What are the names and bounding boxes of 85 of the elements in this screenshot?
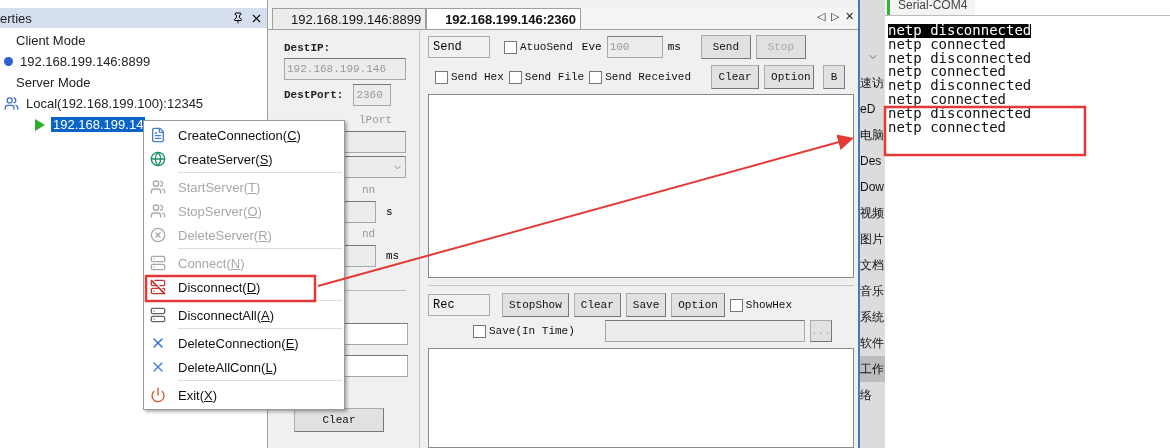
file-path-field[interactable] bbox=[604, 320, 805, 342]
unit-label: ms bbox=[386, 250, 400, 262]
local-port-field[interactable] bbox=[342, 131, 406, 153]
sidebar-item[interactable]: 视频 bbox=[860, 200, 885, 226]
panel-title: erties bbox=[0, 10, 32, 26]
more-button[interactable]: B bbox=[823, 65, 846, 89]
terminal-line: netp disconnected bbox=[888, 51, 1032, 66]
local-port-label: lPort bbox=[359, 114, 392, 126]
receive-text-area[interactable] bbox=[428, 348, 854, 448]
clear-button[interactable]: Clear bbox=[711, 65, 760, 89]
menu-item[interactable]: Disconnect(D) bbox=[146, 275, 342, 299]
tree-group-label: Client Mode bbox=[15, 33, 87, 48]
sidebar-item[interactable]: 工作 bbox=[860, 356, 885, 382]
terminal-line: netp disconnected bbox=[888, 106, 1032, 121]
tab[interactable]: 192.168.199.146:2360 bbox=[426, 8, 581, 29]
interval-label: nd bbox=[362, 228, 376, 240]
menu-item[interactable]: CreateConnection(C) bbox=[146, 123, 342, 147]
menu-item-icon bbox=[150, 307, 166, 323]
show-hex-checkbox[interactable]: ShowHex bbox=[729, 298, 793, 312]
send-group-label: Send bbox=[428, 36, 490, 58]
save-in-time-checkbox[interactable]: Save(In Time) bbox=[473, 324, 575, 338]
unit-label: ms bbox=[667, 41, 681, 53]
menu-item-icon bbox=[150, 151, 166, 167]
every-label: Eve bbox=[581, 41, 602, 53]
tree-item[interactable]: 192.168.199.146:8899 bbox=[18, 54, 153, 69]
tab-nav-button[interactable]: ✕ bbox=[845, 10, 854, 23]
sidebar-item[interactable]: 系统 bbox=[860, 304, 885, 330]
menu-item-icon bbox=[150, 127, 166, 143]
sidebar-item[interactable]: Des bbox=[860, 148, 885, 174]
tree-group-label: Server Mode bbox=[15, 75, 92, 90]
unit-label: s bbox=[386, 206, 393, 218]
option-checkbox[interactable]: Send Received bbox=[589, 70, 692, 84]
menu-item[interactable]: DeleteConnection(E) bbox=[146, 331, 342, 355]
sidebar-item[interactable]: 文档 bbox=[860, 252, 885, 278]
menu-item-icon bbox=[150, 203, 166, 219]
terminal-line: netp connected bbox=[888, 65, 1006, 80]
clear-button[interactable]: Clear bbox=[294, 408, 384, 432]
send-button[interactable]: Send bbox=[700, 35, 751, 59]
toolbar-button[interactable]: Save bbox=[625, 293, 667, 317]
sidebar-item[interactable]: 速访 bbox=[860, 70, 885, 96]
tree-item[interactable]: 192.168.199.14 bbox=[51, 117, 146, 132]
toolbar-button[interactable]: Option bbox=[671, 293, 725, 317]
option-checkbox[interactable]: Send Hex bbox=[435, 70, 504, 84]
option-checkbox[interactable]: Send File bbox=[508, 70, 585, 84]
terminal-line: netp connected bbox=[888, 93, 1006, 107]
menu-item-icon bbox=[150, 179, 166, 195]
menu-item-icon bbox=[150, 227, 166, 243]
pin-icon[interactable] bbox=[232, 12, 244, 24]
dest-ip-label: DestIP: bbox=[284, 42, 331, 54]
tab-nav-button[interactable]: ◁ bbox=[817, 10, 825, 23]
menu-item[interactable]: DeleteAllConn(L) bbox=[146, 355, 342, 379]
auto-send-checkbox[interactable]: AtuoSend bbox=[504, 40, 573, 54]
menu-item[interactable]: CreateServer(S) bbox=[146, 147, 342, 171]
status-dot-icon bbox=[4, 57, 13, 66]
terminal-line: netp disconnected bbox=[888, 79, 1032, 93]
sidebar-item[interactable]: 络 bbox=[860, 382, 885, 408]
menu-item[interactable]: DisconnectAll(A) bbox=[146, 303, 342, 327]
input-field[interactable] bbox=[342, 355, 408, 377]
toolbar-button[interactable]: Clear bbox=[573, 293, 621, 317]
timeout-label: nn bbox=[362, 184, 376, 196]
sidebar-item[interactable]: 图片 bbox=[860, 226, 885, 252]
send-text-area[interactable] bbox=[428, 94, 854, 278]
dest-port-label: DestPort: bbox=[284, 89, 344, 101]
menu-item-icon bbox=[150, 279, 166, 295]
sidebar-item[interactable]: eD bbox=[860, 96, 885, 122]
sidebar-item[interactable]: 电脑 bbox=[860, 122, 885, 148]
menu-item-icon bbox=[150, 255, 166, 271]
menu-item-icon bbox=[150, 387, 166, 403]
dropdown[interactable] bbox=[342, 156, 406, 178]
sidebar-item[interactable]: Dow bbox=[860, 174, 885, 200]
sidebar-item[interactable]: 软件 bbox=[860, 330, 885, 356]
tree-item[interactable]: Local(192.168.199.100):12345 bbox=[24, 96, 206, 111]
terminal-line: netp connected bbox=[888, 120, 1006, 135]
receive-group-label: Rec bbox=[428, 294, 490, 316]
option-button[interactable]: Option bbox=[764, 65, 815, 89]
sidebar-item[interactable]: 音乐 bbox=[860, 278, 885, 304]
toolbar-button[interactable]: StopShow bbox=[502, 293, 569, 317]
terminal-line: netp connected bbox=[888, 37, 1006, 52]
play-icon bbox=[34, 117, 46, 132]
tab-nav-button[interactable]: ▷ bbox=[831, 10, 839, 23]
tab[interactable]: Serial-COM4 bbox=[887, 0, 976, 15]
input-field[interactable] bbox=[342, 323, 408, 345]
tab[interactable]: 192.168.199.146:8899 bbox=[272, 8, 427, 29]
menu-item[interactable]: Exit(X) bbox=[146, 383, 342, 407]
users-icon bbox=[4, 96, 19, 111]
